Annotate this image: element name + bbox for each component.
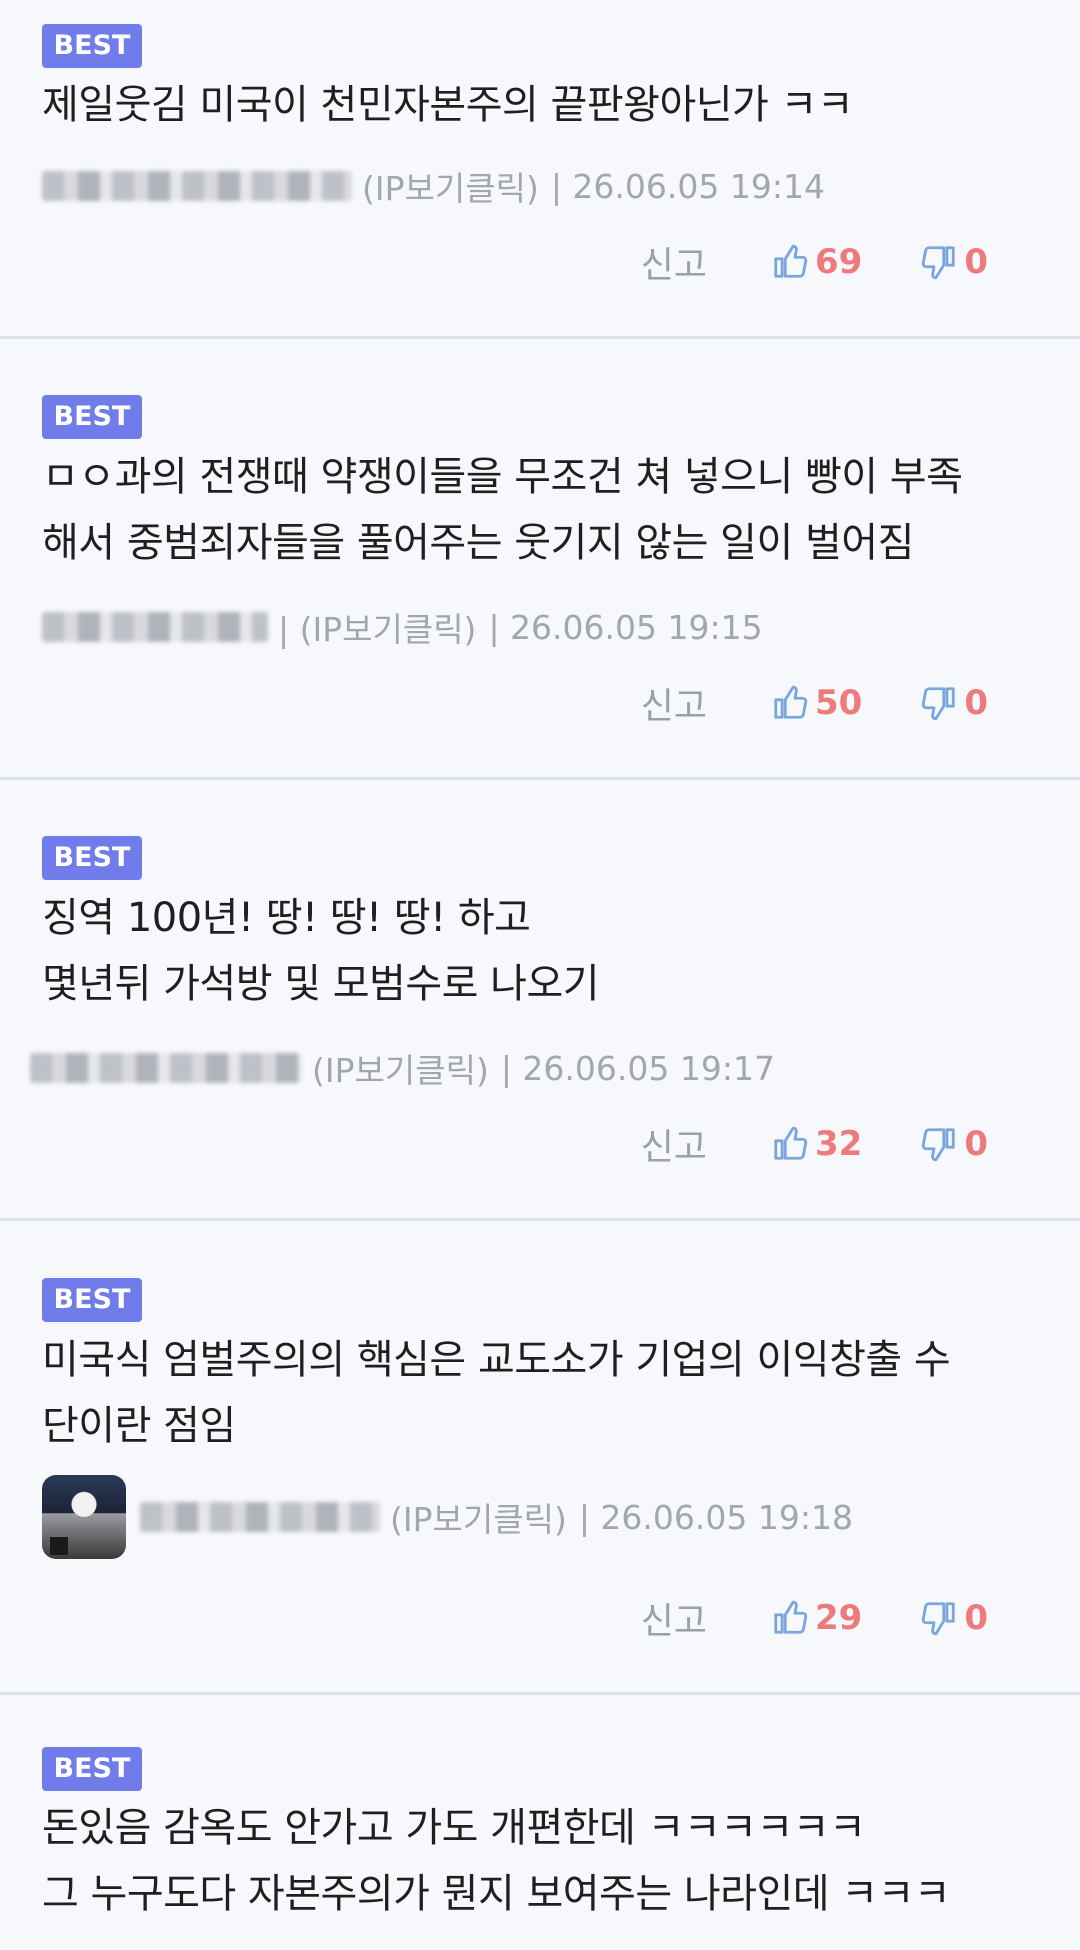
comment-item: BEST 제일웃김 미국이 천민자본주의 끝판왕아닌가 ㅋㅋ (IP보기클릭) … bbox=[0, 0, 1080, 339]
comment-date: | 26.06.05 19:17 bbox=[500, 1048, 775, 1088]
comment-text: 미국식 엄벌주의의 핵심은 교도소가 기업의 이익창출 수 단이란 점임 bbox=[42, 1337, 951, 1449]
like-button[interactable]: 50 bbox=[771, 683, 862, 723]
dislike-button[interactable]: 0 bbox=[920, 1124, 988, 1164]
like-count: 50 bbox=[815, 683, 863, 723]
comment-text: 돈있음 감옥도 안가고 가도 개편한데 ㅋㅋㅋㅋㅋㅋ 그 누구도다 자본주의가 … bbox=[42, 1805, 951, 1917]
like-button[interactable]: 69 bbox=[771, 242, 862, 282]
thumbs-up-icon bbox=[774, 1600, 808, 1634]
ip-link[interactable]: (IP보기클릭) bbox=[362, 162, 539, 210]
dislike-count: 0 bbox=[964, 1124, 988, 1164]
like-count: 29 bbox=[815, 1598, 863, 1638]
ip-link[interactable]: (IP보기클릭) bbox=[312, 1044, 489, 1092]
comment-meta: (IP보기클릭) | 26.06.05 19:14 bbox=[42, 162, 1038, 210]
report-button[interactable]: 신고 bbox=[641, 236, 707, 288]
dislike-button[interactable]: 0 bbox=[920, 683, 988, 723]
comment-meta: (IP보기클릭) | 26.06.05 19:17 bbox=[30, 1044, 1038, 1092]
report-button[interactable]: 신고 bbox=[641, 1118, 707, 1170]
report-button[interactable]: 신고 bbox=[641, 677, 707, 729]
best-badge: BEST bbox=[42, 1747, 142, 1791]
comment-text: 징역 100년! 땅! 땅! 땅! 하고 몇년뒤 가석방 및 모범수로 나오기 bbox=[42, 895, 600, 1007]
comment-item: BEST 미국식 엄벌주의의 핵심은 교도소가 기업의 이익창출 수 단이란 점… bbox=[0, 1221, 1080, 1695]
ip-link[interactable]: | (IP보기클릭) bbox=[278, 603, 476, 651]
thumbs-up-icon bbox=[774, 244, 808, 278]
blurred-nickname bbox=[42, 612, 268, 642]
comment-actions: 신고 32 0 bbox=[641, 1118, 988, 1170]
comment-date: | 26.06.05 19:14 bbox=[550, 166, 825, 206]
dislike-button[interactable]: 0 bbox=[920, 1598, 988, 1638]
report-button[interactable]: 신고 bbox=[641, 1592, 707, 1644]
like-button[interactable]: 32 bbox=[771, 1124, 862, 1164]
comment-actions: 신고 69 0 bbox=[641, 236, 988, 288]
avatar[interactable] bbox=[42, 1475, 126, 1559]
comment-item: BEST ㅁㅇ과의 전쟁때 약쟁이들을 무조건 쳐 넣으니 빵이 부족 해서 중… bbox=[0, 339, 1080, 780]
dislike-count: 0 bbox=[964, 242, 988, 282]
best-badge: BEST bbox=[42, 836, 142, 880]
like-count: 69 bbox=[815, 242, 863, 282]
blurred-nickname bbox=[42, 171, 352, 201]
thumbs-up-icon bbox=[774, 685, 808, 719]
comment-actions: 신고 29 0 bbox=[641, 1592, 988, 1644]
comment-meta: (IP보기클릭) | 26.06.05 19:18 bbox=[42, 1475, 1038, 1559]
comment-item: BEST 징역 100년! 땅! 땅! 땅! 하고 몇년뒤 가석방 및 모범수로… bbox=[0, 780, 1080, 1221]
comment-date: | 26.06.05 19:18 bbox=[578, 1497, 853, 1537]
comment-item: BEST 돈있음 감옥도 안가고 가도 개편한데 ㅋㅋㅋㅋㅋㅋ 그 누구도다 자… bbox=[0, 1695, 1080, 1950]
thumbs-down-icon bbox=[922, 246, 956, 280]
like-button[interactable]: 29 bbox=[771, 1598, 862, 1638]
dislike-count: 0 bbox=[964, 1598, 988, 1638]
comment-date: | 26.06.05 19:15 bbox=[488, 607, 763, 647]
thumbs-up-icon bbox=[774, 1126, 808, 1160]
comment-actions: 신고 50 0 bbox=[641, 677, 988, 729]
like-count: 32 bbox=[815, 1124, 863, 1164]
best-badge: BEST bbox=[42, 1278, 142, 1322]
ip-link[interactable]: (IP보기클릭) bbox=[390, 1493, 567, 1541]
comment-text: ㅁㅇ과의 전쟁때 약쟁이들을 무조건 쳐 넣으니 빵이 부족 해서 중범죄자들을… bbox=[42, 454, 963, 566]
best-badge: BEST bbox=[42, 395, 142, 439]
dislike-button[interactable]: 0 bbox=[920, 242, 988, 282]
blurred-nickname bbox=[140, 1502, 380, 1532]
comment-text: 제일웃김 미국이 천민자본주의 끝판왕아닌가 ㅋㅋ bbox=[42, 82, 854, 128]
best-badge: BEST bbox=[42, 24, 142, 68]
thumbs-down-icon bbox=[922, 1602, 956, 1636]
comment-meta: | (IP보기클릭) | 26.06.05 19:15 bbox=[42, 603, 1038, 651]
blurred-nickname bbox=[30, 1053, 302, 1083]
dislike-count: 0 bbox=[964, 683, 988, 723]
thumbs-down-icon bbox=[922, 1128, 956, 1162]
thumbs-down-icon bbox=[922, 687, 956, 721]
